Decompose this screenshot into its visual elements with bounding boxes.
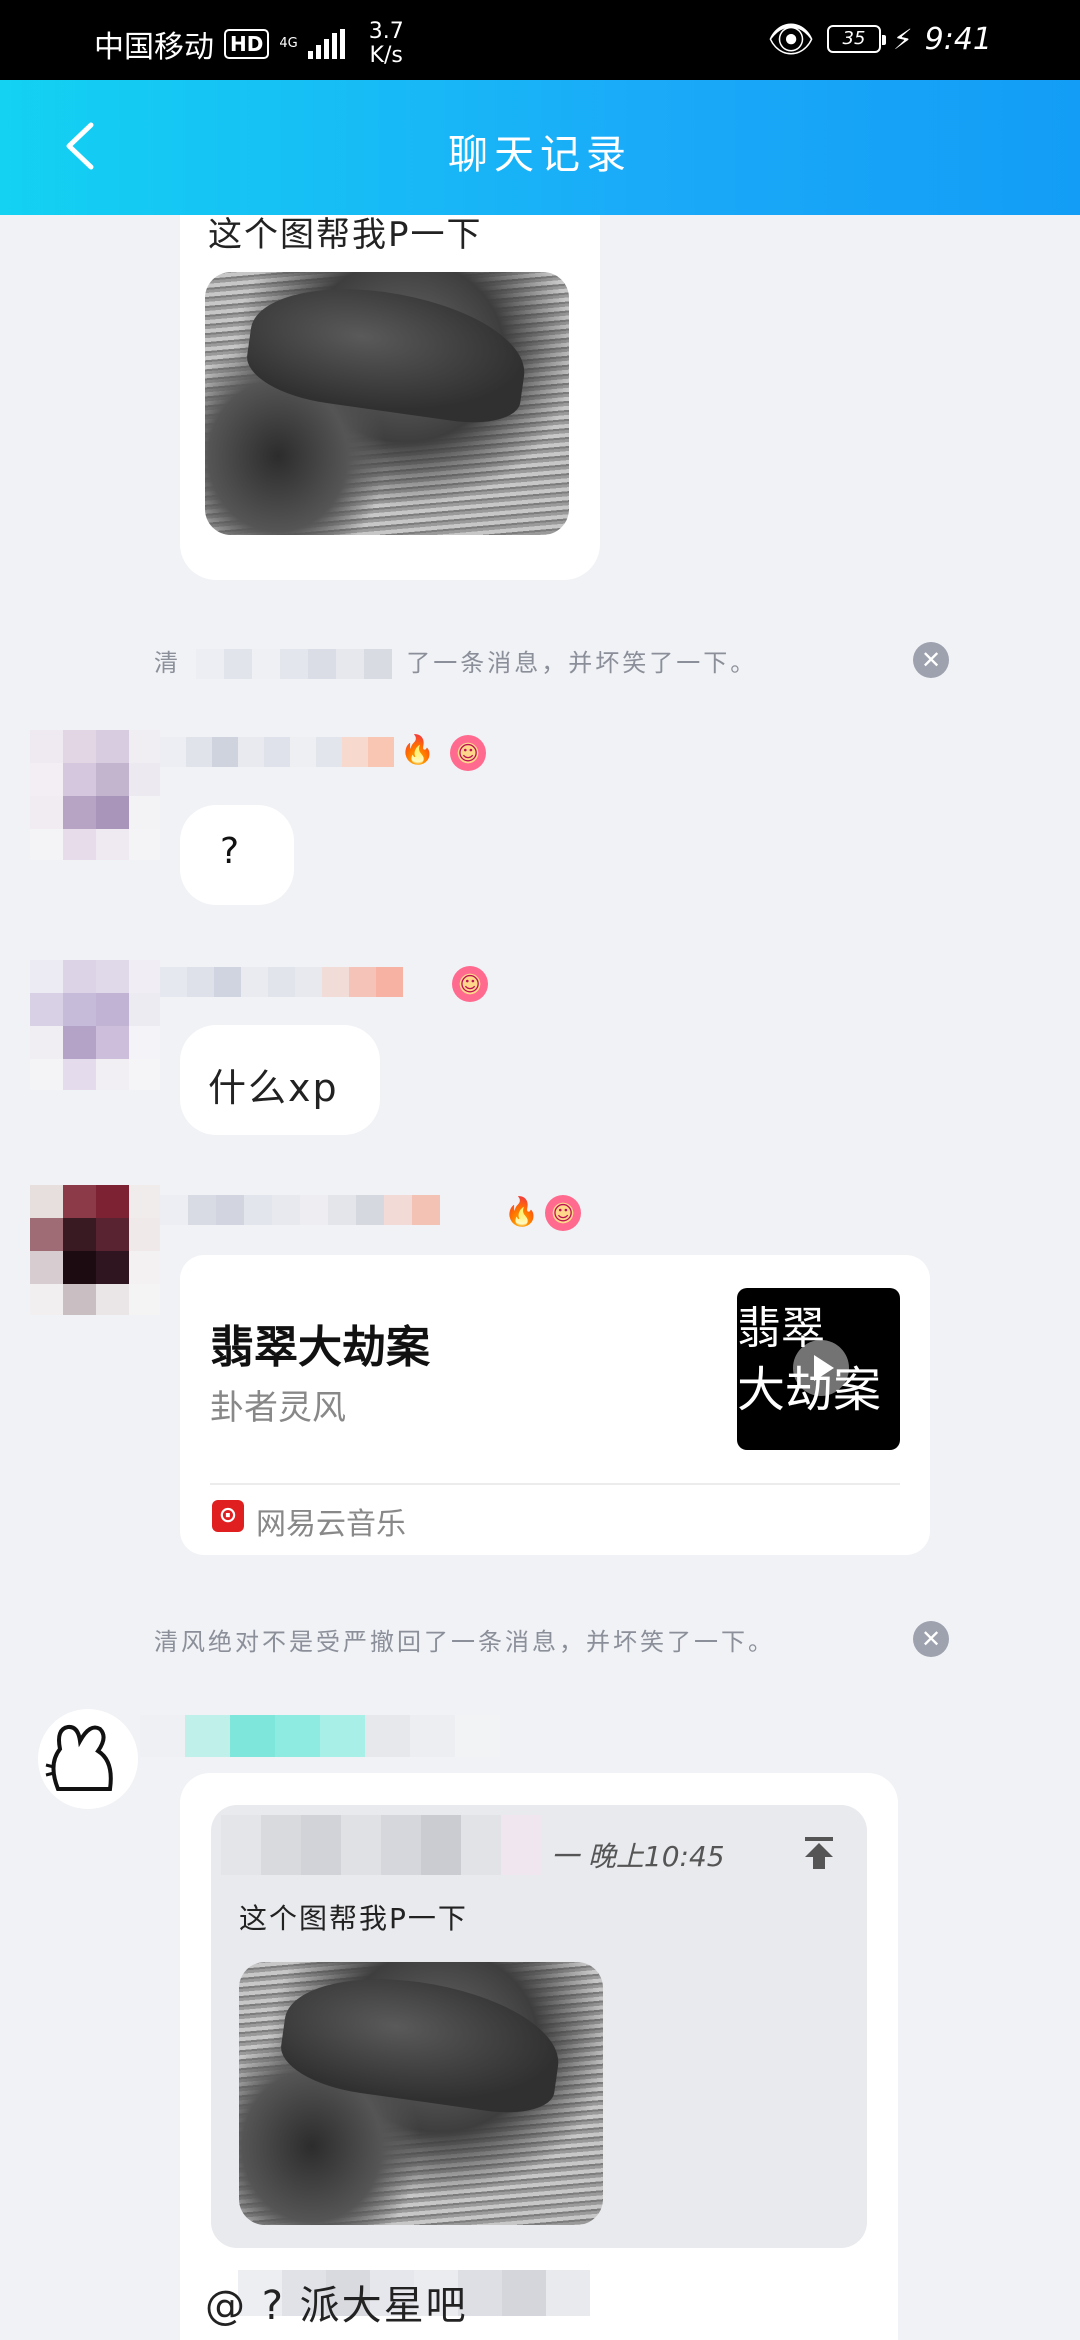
network-speed: 3.7 K/s — [368, 19, 404, 68]
quoted-sender-redacted — [221, 1815, 541, 1875]
recall-notice: 清风绝对不是受严撤回了一条消息，并坏笑了一下。 — [154, 1628, 775, 1656]
jump-to-top-icon[interactable] — [799, 1833, 839, 1873]
network-type: 4G — [279, 36, 298, 51]
avatar[interactable] — [30, 960, 160, 1090]
flame-icon: 🔥 — [400, 733, 435, 766]
sender-name-redacted — [160, 1195, 440, 1225]
chat-history[interactable]: 这个图帮我P一下 清 了一条消息，并坏笑了一下。 ✕ 🔥 ☺ ? ☺ 什么xp … — [0, 215, 1080, 2340]
sender-name-redacted — [160, 967, 403, 997]
quoted-message[interactable]: 一 晚上10:45 这个图帮我P一下 — [211, 1805, 867, 2248]
song-title: 翡翠大劫案 — [210, 1322, 430, 1373]
image-message[interactable]: 这个图帮我P一下 — [180, 215, 600, 580]
source-app-name: 网易云音乐 — [256, 1507, 406, 1542]
quoted-text: 这个图帮我P一下 — [239, 1902, 468, 1935]
avatar[interactable] — [30, 1185, 160, 1315]
eye-comfort-icon: 👁 — [766, 17, 815, 61]
face-badge-icon: ☺ — [545, 1195, 581, 1231]
netease-music-icon: ⊙ — [212, 1500, 244, 1532]
hd-icon: HD — [224, 29, 270, 59]
face-badge-icon: ☺ — [452, 966, 488, 1002]
avatar[interactable] — [30, 730, 160, 860]
sender-name-redacted — [140, 1715, 500, 1757]
play-icon[interactable] — [793, 1340, 849, 1396]
close-icon[interactable]: ✕ — [913, 642, 949, 678]
face-badge-icon: ☺ — [450, 735, 486, 771]
text-message[interactable]: 什么xp — [180, 1025, 380, 1135]
reply-message[interactable]: 一 晚上10:45 这个图帮我P一下 @ ? 派大星吧 — [180, 1773, 898, 2340]
status-bar: 中国移动 HD 4G 3.7 K/s 👁 35 ⚡ 9:41 — [0, 0, 1080, 80]
redacted-name — [195, 649, 392, 679]
quoted-image[interactable] — [239, 1962, 603, 2225]
message-text: 这个图帮我P一下 — [208, 215, 483, 255]
battery-icon: 35 — [826, 25, 886, 53]
music-share-card[interactable]: 翡翠大劫案 卦者灵风 翡翠 大劫案 ⊙ 网易云音乐 — [180, 1255, 930, 1555]
song-artist: 卦者灵风 — [210, 1388, 346, 1428]
title-bar: 聊天记录 — [0, 80, 1080, 215]
quoted-timestamp: 一 晚上10:45 — [551, 1840, 725, 1873]
carrier-label: 中国移动 — [94, 30, 214, 65]
sender-name-redacted — [160, 737, 394, 767]
flame-icon: 🔥 — [504, 1195, 539, 1228]
message-image[interactable] — [205, 272, 569, 535]
page-title: 聊天记录 — [448, 132, 632, 178]
text-message[interactable]: ? — [180, 805, 294, 905]
close-icon[interactable]: ✕ — [913, 1621, 949, 1657]
signal-icon — [307, 29, 345, 59]
message-text: @ ? 派大星吧 — [205, 2283, 468, 2329]
bunny-avatar-icon — [45, 1724, 113, 1791]
clock: 9:41 — [924, 21, 992, 57]
recall-notice: 清 了一条消息，并坏笑了一下。 — [154, 649, 758, 679]
divider — [210, 1483, 900, 1485]
avatar[interactable] — [38, 1709, 138, 1809]
charging-icon: ⚡ — [892, 22, 913, 56]
album-cover[interactable]: 翡翠 大劫案 — [737, 1288, 900, 1450]
